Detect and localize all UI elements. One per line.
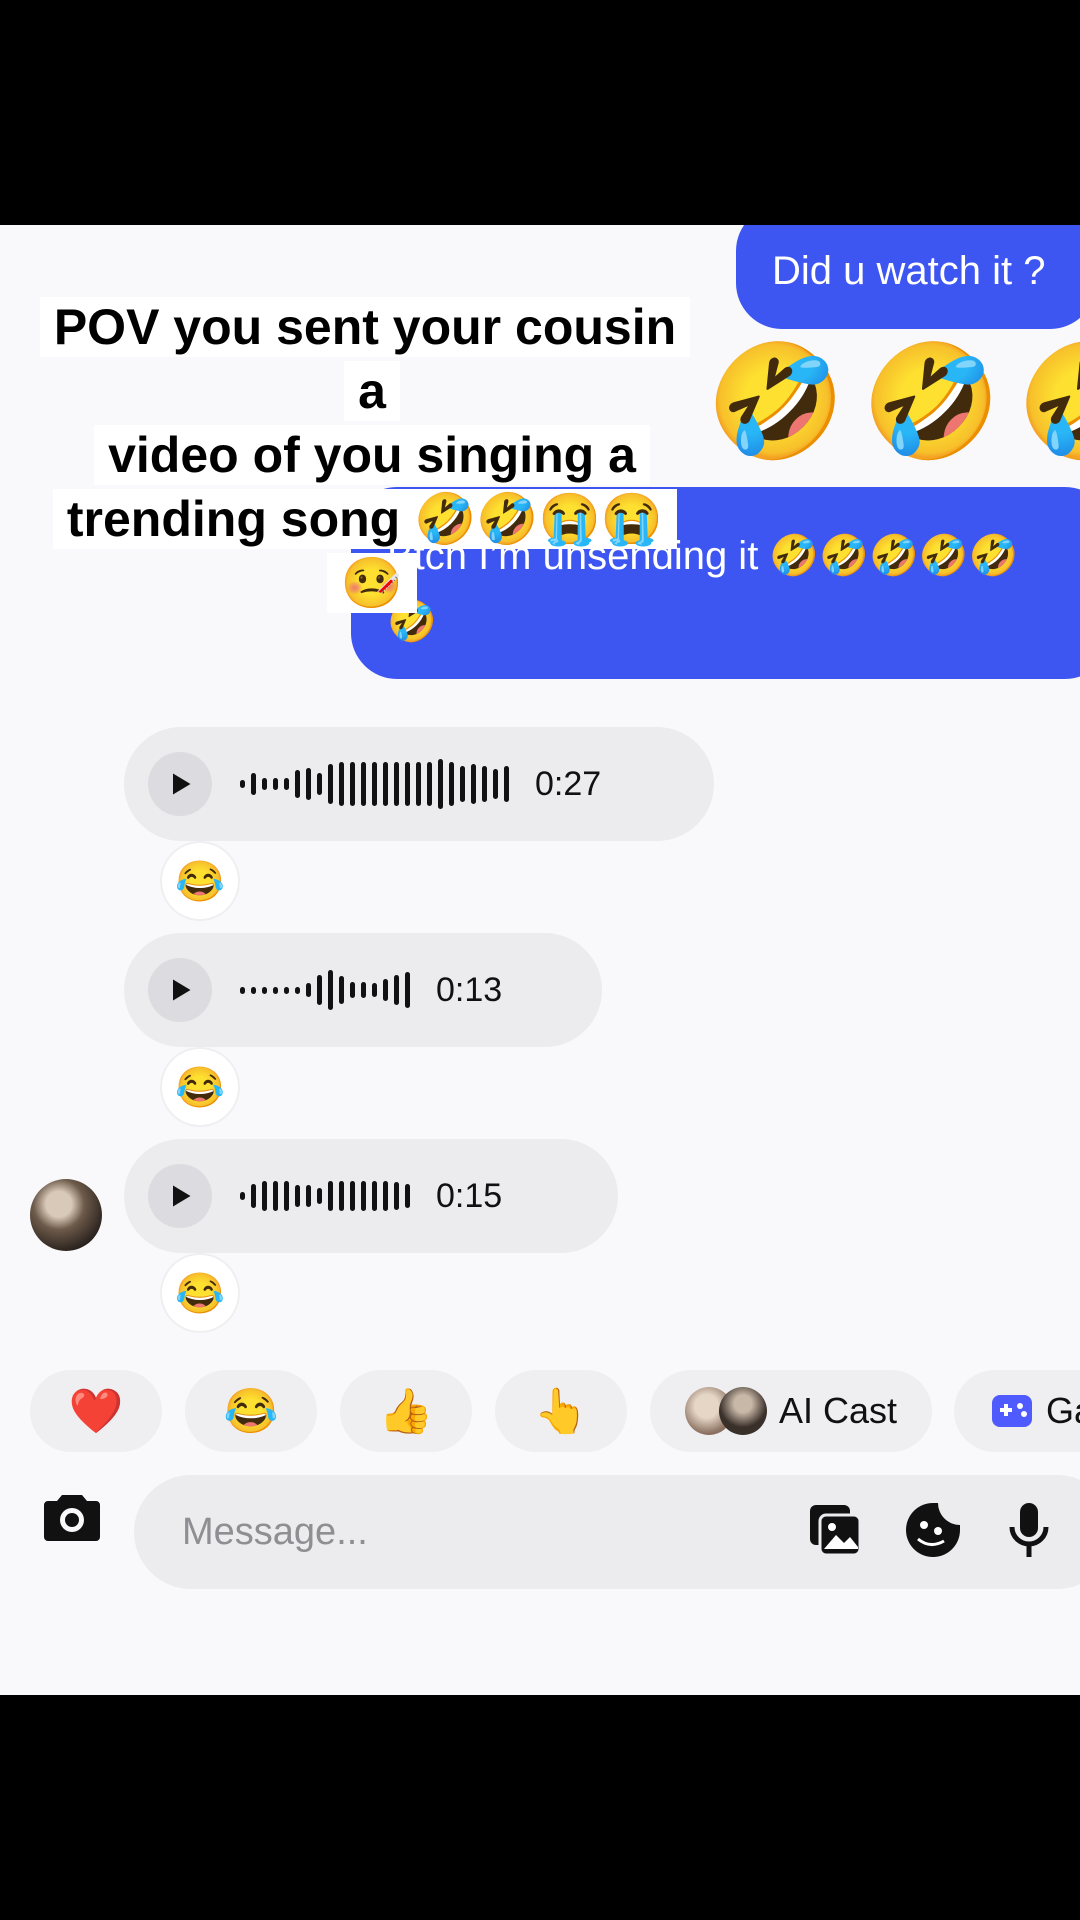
waveform [240,960,416,1020]
games-label: Ga [1046,1390,1080,1431]
quick-reaction-laugh[interactable]: 😂 [185,1370,317,1452]
gallery-icon[interactable] [806,1501,864,1559]
play-button[interactable] [148,958,212,1022]
chat-screen: Did u watch it ? 🤣🤣🤣 Btch I’m unsending … [0,225,1080,1695]
caption-line: video of you singing a [94,425,650,485]
play-icon [173,979,191,1001]
video-caption: POV you sent your cousin a video of you … [32,295,712,615]
sticker-icon[interactable] [904,1501,962,1559]
reaction-badge[interactable]: 😂 [162,1255,238,1331]
caption-line: trending song 🤣🤣😭😭🤒 [52,489,678,613]
reaction-badge[interactable]: 😂 [162,1049,238,1125]
voice-message[interactable]: 0:27 [124,727,714,841]
play-button[interactable] [148,1164,212,1228]
play-icon [173,773,191,795]
contact-avatar[interactable] [30,1179,102,1251]
camera-icon[interactable] [42,1491,102,1543]
waveform [240,1166,416,1226]
quick-reaction-heart[interactable]: ❤️ [30,1370,162,1452]
message-text: Did u watch it ? [772,249,1046,293]
voice-message[interactable]: 0:15 [124,1139,618,1253]
play-icon [173,1185,191,1207]
play-button[interactable] [148,752,212,816]
laugh-icon: 😂 [223,1387,279,1436]
voice-duration: 0:13 [436,970,503,1009]
games-button[interactable]: Ga [954,1370,1080,1452]
microphone-icon[interactable] [1000,1501,1058,1559]
message-input[interactable] [180,1509,744,1555]
caption-line: POV you sent your cousin a [39,297,691,421]
waveform [240,754,515,814]
ai-cast-avatar [718,1387,767,1435]
quick-reaction-point[interactable]: 👆 [495,1370,627,1452]
voice-message[interactable]: 0:13 [124,933,602,1047]
voice-duration: 0:15 [436,1176,503,1215]
ai-cast-label: AI Cast [778,1390,898,1431]
voice-duration: 0:27 [535,764,602,803]
outgoing-message[interactable]: Did u watch it ? [736,225,1080,329]
heart-icon: ❤️ [68,1387,124,1436]
point-up-icon: 👆 [533,1387,589,1436]
thumbs-up-icon: 👍 [378,1387,434,1436]
gamepad-icon [992,1395,1032,1427]
quick-reaction-thumbs-up[interactable]: 👍 [340,1370,472,1452]
ai-cast-button[interactable]: AI Cast [650,1370,932,1452]
reaction-badge[interactable]: 😂 [162,843,238,919]
emoji-message[interactable]: 🤣🤣🤣 [706,337,1080,468]
